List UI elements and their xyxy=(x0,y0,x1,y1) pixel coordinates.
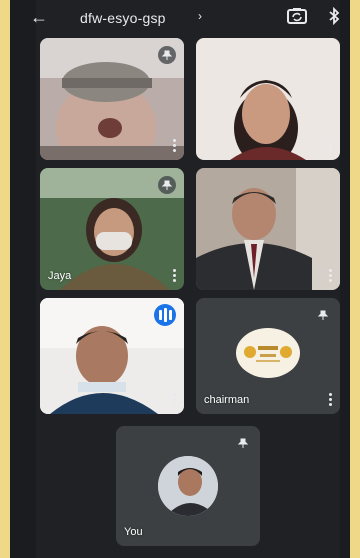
more-vert-icon[interactable] xyxy=(170,268,178,284)
participant-name: chairman xyxy=(204,394,250,406)
right-edge xyxy=(340,0,350,558)
participant-tile-5[interactable] xyxy=(40,298,184,414)
top-bar: ← dfw-esyo-gsp › xyxy=(10,0,350,34)
more-vert-icon[interactable] xyxy=(326,138,334,154)
more-vert-icon[interactable] xyxy=(326,268,334,284)
switch-camera-icon[interactable] xyxy=(286,6,308,26)
more-vert-icon[interactable] xyxy=(170,392,178,408)
pin-icon[interactable] xyxy=(158,176,176,194)
more-vert-icon[interactable] xyxy=(170,138,178,154)
speaking-indicator-icon xyxy=(154,304,176,326)
participant-tile-chairman[interactable]: chairman xyxy=(196,298,340,414)
participant-tile-1[interactable] xyxy=(40,38,184,160)
pin-icon[interactable] xyxy=(234,434,252,452)
pin-icon[interactable] xyxy=(158,46,176,64)
more-vert-icon[interactable] xyxy=(326,392,334,408)
chevron-right-icon[interactable]: › xyxy=(198,9,202,23)
meeting-code[interactable]: dfw-esyo-gsp xyxy=(80,10,166,26)
avatar xyxy=(158,456,218,516)
participant-tile-3[interactable]: Jaya xyxy=(40,168,184,290)
self-view-tile[interactable]: You xyxy=(116,426,260,546)
participant-tile-4[interactable] xyxy=(196,168,340,290)
participant-video xyxy=(196,38,340,160)
bluetooth-icon[interactable] xyxy=(328,7,340,25)
pin-icon[interactable] xyxy=(314,306,332,324)
logo-icon xyxy=(244,346,292,362)
self-name: You xyxy=(124,526,143,538)
participant-tile-2[interactable] xyxy=(196,38,340,160)
avatar xyxy=(236,328,300,378)
participant-name: Jaya xyxy=(48,270,72,282)
meet-screen: ← dfw-esyo-gsp › Jaya chairman You xyxy=(10,0,350,558)
participant-video xyxy=(196,168,340,290)
back-arrow-icon[interactable]: ← xyxy=(30,8,48,26)
left-edge xyxy=(10,0,36,558)
